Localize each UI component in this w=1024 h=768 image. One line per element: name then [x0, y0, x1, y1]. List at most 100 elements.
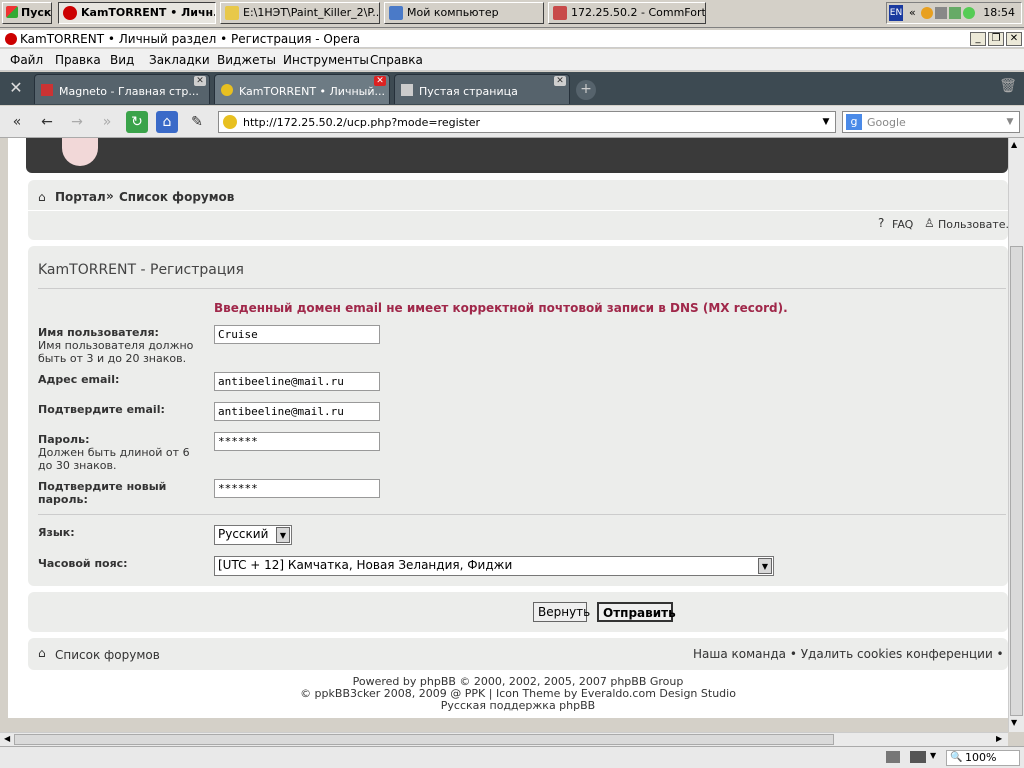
- window-title: KamTORRENT • Личный раздел • Регистрация…: [20, 32, 361, 46]
- close-tab-icon[interactable]: ✕: [554, 76, 566, 86]
- footer-forums-link[interactable]: Список форумов: [55, 648, 160, 662]
- divider: [38, 288, 1006, 289]
- scroll-thumb[interactable]: [14, 734, 834, 745]
- chevron-down-icon[interactable]: ▼: [758, 558, 772, 574]
- tray-app-icon[interactable]: [949, 7, 961, 19]
- taskbar-button-opera[interactable]: KamTORRENT • Личн...: [58, 2, 216, 24]
- vertical-scrollbar[interactable]: ▲ ▼: [1008, 138, 1024, 732]
- tray-expand-icon[interactable]: «: [909, 6, 916, 19]
- new-tab-icon[interactable]: +: [576, 80, 596, 100]
- chevron-down-icon[interactable]: ▼: [276, 527, 290, 543]
- menu-bar: Файл Правка Вид Закладки Виджеты Инструм…: [0, 49, 1024, 71]
- site-icon: [41, 84, 53, 96]
- tab-kamtorrent[interactable]: KamTORRENT • Личный... ✕: [214, 74, 390, 104]
- menu-bookmarks[interactable]: Закладки: [149, 53, 210, 67]
- taskbar-button-explorer[interactable]: E:\1НЭТ\Paint_Killer_2\P...: [220, 2, 380, 24]
- menu-tools[interactable]: Инструменты: [283, 53, 369, 67]
- chevron-down-icon[interactable]: ▼: [1003, 114, 1017, 130]
- registration-panel: KamTORRENT - Регистрация Введенный домен…: [28, 246, 1008, 586]
- home-icon[interactable]: ⌂: [156, 111, 178, 133]
- taskbar-button-commfort[interactable]: 172.25.50.2 - CommFort: [548, 2, 706, 24]
- email-input[interactable]: antibeeline@mail.ru: [214, 372, 380, 391]
- close-tab-icon[interactable]: ✕: [194, 76, 206, 86]
- timezone-select[interactable]: [UTC + 12] Камчатка, Новая Зеландия, Фид…: [214, 556, 774, 576]
- scroll-up-icon[interactable]: ▲: [1011, 140, 1017, 149]
- chevron-down-icon[interactable]: ▼: [819, 114, 833, 130]
- close-button[interactable]: ✕: [1006, 32, 1022, 46]
- rewind-icon[interactable]: «: [6, 111, 28, 133]
- search-field[interactable]: g Google ▼: [842, 111, 1020, 133]
- language-value: Русский: [218, 527, 269, 541]
- breadcrumb-forums[interactable]: Список форумов: [119, 190, 234, 204]
- timezone-label: Часовой пояс:: [38, 557, 128, 570]
- submit-button[interactable]: Отправить: [597, 602, 676, 622]
- page-icon: [401, 84, 413, 96]
- taskbar: Пуск KamTORRENT • Личн... E:\1НЭТ\Paint_…: [0, 0, 1024, 28]
- password-confirm-input[interactable]: ******: [214, 479, 380, 498]
- edit-icon[interactable]: ✎: [186, 111, 208, 133]
- faq-link[interactable]: FAQ: [892, 218, 913, 231]
- clock: 18:54: [983, 6, 1015, 19]
- taskbar-button-mycomputer[interactable]: Мой компьютер: [384, 2, 544, 24]
- network-icon[interactable]: [935, 7, 947, 19]
- zoom-control[interactable]: 🔍 100%: [946, 750, 1020, 766]
- copyright: Powered by phpBB © 2000, 2002, 2005, 200…: [28, 676, 1008, 712]
- panel-toggle-icon[interactable]: ✕: [4, 78, 28, 100]
- taskbar-button-label: E:\1НЭТ\Paint_Killer_2\P...: [243, 6, 380, 19]
- breadcrumb-portal[interactable]: Портал: [55, 190, 106, 204]
- reset-button[interactable]: Вернуть: [533, 602, 590, 622]
- reload-icon[interactable]: ↻: [126, 111, 148, 133]
- divider: [28, 210, 1008, 211]
- folder-icon: [225, 6, 239, 20]
- minimize-button[interactable]: _: [970, 32, 986, 46]
- forward-icon[interactable]: →: [66, 111, 88, 133]
- tab-blank[interactable]: Пустая страница ✕: [394, 74, 570, 104]
- language-label: Язык:: [38, 526, 75, 539]
- language-indicator[interactable]: EN: [889, 5, 903, 21]
- breadcrumb-separator: »: [106, 189, 114, 203]
- scroll-down-icon[interactable]: ▼: [1011, 718, 1017, 727]
- taskbar-button-label: Мой компьютер: [407, 6, 499, 19]
- close-tab-icon[interactable]: ✕: [374, 76, 386, 86]
- tab-label: KamTORRENT • Личный...: [239, 85, 385, 98]
- panels-icon[interactable]: [886, 751, 900, 763]
- credit-line[interactable]: Русская поддержка phpBB: [28, 700, 1008, 712]
- url-text: http://172.25.50.2/ucp.php?mode=register: [243, 116, 480, 129]
- email-confirm-input[interactable]: antibeeline@mail.ru: [214, 402, 380, 421]
- restore-button[interactable]: ❐: [988, 32, 1004, 46]
- messenger-icon[interactable]: [963, 7, 975, 19]
- opera-icon: [5, 33, 17, 45]
- trash-icon[interactable]: 🗑: [998, 78, 1018, 100]
- start-button[interactable]: Пуск: [2, 2, 52, 24]
- camera-icon[interactable]: [910, 751, 926, 763]
- system-tray: EN « 18:54: [886, 2, 1022, 24]
- tab-magneto[interactable]: Magneto - Главная стр... ✕: [34, 74, 210, 104]
- tray-app-icon[interactable]: [921, 7, 933, 19]
- menu-file[interactable]: Файл: [10, 53, 43, 67]
- taskbar-button-label: 172.25.50.2 - CommFort: [571, 6, 706, 19]
- fast-forward-icon[interactable]: »: [96, 111, 118, 133]
- footer-links[interactable]: Наша команда • Удалить cookies конференц…: [693, 647, 1008, 661]
- username-input[interactable]: Cruise: [214, 325, 380, 344]
- menu-help[interactable]: Справка: [370, 53, 423, 67]
- divider: [38, 514, 1006, 515]
- zoom-icon: 🔍: [950, 752, 963, 763]
- menu-widgets[interactable]: Виджеты: [217, 53, 276, 67]
- back-icon[interactable]: ←: [36, 111, 58, 133]
- password-label: Пароль:: [38, 433, 90, 446]
- menu-view[interactable]: Вид: [110, 53, 134, 67]
- language-select[interactable]: Русский ▼: [214, 525, 292, 545]
- page-viewport: ⌂ Портал » Список форумов ? FAQ ♙ Пользо…: [8, 138, 1008, 718]
- horizontal-scrollbar[interactable]: ◀ ▶: [0, 732, 1008, 746]
- scroll-left-icon[interactable]: ◀: [4, 734, 10, 743]
- address-bar[interactable]: http://172.25.50.2/ucp.php?mode=register…: [218, 111, 836, 133]
- search-placeholder: Google: [867, 116, 906, 129]
- scroll-right-icon[interactable]: ▶: [996, 734, 1002, 743]
- home-icon: ⌂: [38, 190, 46, 204]
- chevron-down-icon[interactable]: ▼: [930, 751, 936, 760]
- users-link[interactable]: Пользовате.: [938, 218, 1008, 231]
- scroll-thumb[interactable]: [1010, 246, 1023, 716]
- menu-edit[interactable]: Правка: [55, 53, 101, 67]
- windows-logo-icon: [6, 6, 18, 18]
- password-input[interactable]: ******: [214, 432, 380, 451]
